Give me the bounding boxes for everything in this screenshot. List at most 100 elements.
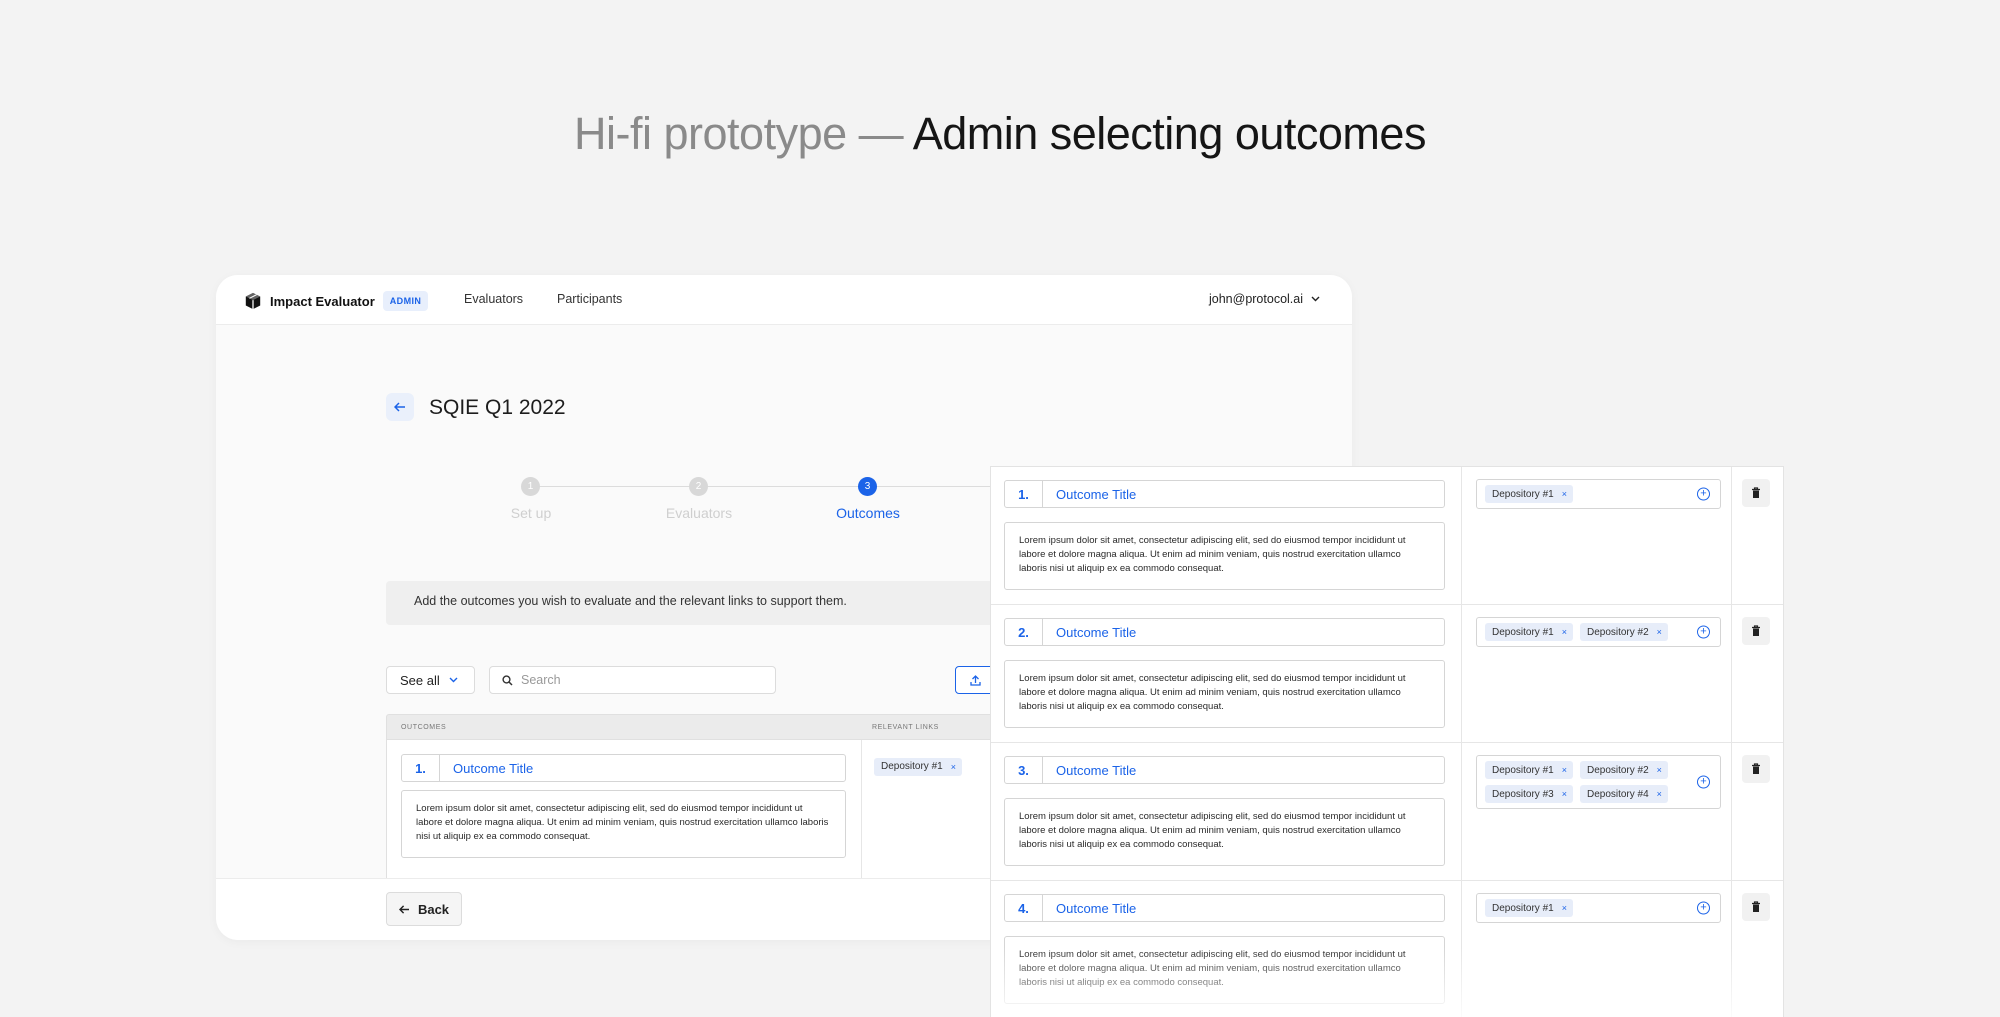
link-tag[interactable]: Depository #2 × — [1579, 761, 1668, 779]
nav-participants[interactable]: Participants — [557, 292, 622, 306]
trash-icon — [1752, 901, 1760, 912]
outcome-description[interactable]: Lorem ipsum dolor sit amet, consectetur … — [401, 790, 846, 858]
link-tag[interactable]: Depository #1 × — [1485, 899, 1573, 917]
close-icon[interactable]: × — [1657, 789, 1662, 799]
plus-circle-icon[interactable]: + — [1697, 625, 1710, 639]
link-tag[interactable]: Depository #3 × — [1485, 785, 1573, 803]
upload-button[interactable] — [955, 666, 995, 694]
trash-icon — [1752, 487, 1760, 498]
delete-button[interactable] — [1742, 617, 1770, 645]
column-divider — [1731, 743, 1732, 880]
link-tag[interactable]: Depository #1 × — [874, 757, 962, 776]
delete-button[interactable] — [1742, 755, 1770, 783]
back-arrow-button[interactable] — [386, 393, 414, 421]
delete-button[interactable] — [1742, 479, 1770, 507]
upload-icon — [969, 674, 981, 686]
link-tag[interactable]: Depository #1 × — [1485, 623, 1573, 641]
column-divider — [1461, 881, 1462, 1017]
link-tag[interactable]: Depository #2 × — [1579, 623, 1668, 641]
links-field[interactable]: Depository #1 × + — [1476, 479, 1721, 509]
admin-badge: ADMIN — [382, 291, 429, 311]
header-outcomes: OUTCOMES — [401, 724, 447, 731]
outcome-title: Outcome Title — [453, 760, 534, 776]
outcome-description[interactable]: Lorem ipsum dolor sit amet, consectetur … — [1004, 798, 1445, 866]
step-1-dot[interactable]: 1 — [521, 477, 540, 496]
links-field[interactable]: Depository #1 × Depository #2 × Depository… — [1476, 755, 1721, 809]
outcome-title-field[interactable]: 2. Outcome Title — [1004, 618, 1445, 646]
delete-button[interactable] — [1742, 893, 1770, 921]
link-tag[interactable]: Depository #1 × — [1485, 761, 1573, 779]
link-tag-label: Depository #2 — [1586, 626, 1649, 638]
close-icon[interactable]: × — [1562, 765, 1567, 775]
trash-icon — [1752, 763, 1760, 774]
see-all-dropdown[interactable]: See all — [386, 666, 475, 694]
plus-circle-icon[interactable]: + — [1697, 775, 1710, 789]
outcome-title-field[interactable]: 4. Outcome Title — [1004, 894, 1445, 922]
link-tag-label: Depository #2 — [1586, 764, 1649, 776]
step-3-dot[interactable]: 3 — [858, 477, 877, 496]
table-row: 1. Outcome Title Lorem ipsum dolor sit a… — [386, 740, 1006, 880]
close-icon[interactable]: × — [1562, 489, 1567, 499]
links-field[interactable]: Depository #1 × + — [1476, 893, 1721, 923]
column-divider — [1731, 605, 1732, 742]
see-all-label: See all — [400, 672, 440, 688]
step-1-label[interactable]: Set up — [511, 505, 551, 521]
outcome-title-field[interactable]: 3. Outcome Title — [1004, 756, 1445, 784]
user-email: john@protocol.ai — [1209, 292, 1303, 306]
trash-icon — [1752, 625, 1760, 636]
link-tag-label: Depository #1 — [1492, 626, 1554, 638]
brand-name: Impact Evaluator — [270, 293, 375, 309]
step-2-label[interactable]: Evaluators — [666, 505, 732, 521]
links-field[interactable]: Depository #1 × — [874, 756, 962, 776]
link-tag-label: Depository #1 — [1492, 764, 1554, 776]
outcome-title-field[interactable]: 1. Outcome Title — [1004, 480, 1445, 508]
user-menu[interactable]: john@protocol.ai — [1209, 292, 1320, 306]
table-row: 3. Outcome Title Lorem ipsum dolor sit a… — [991, 743, 1783, 881]
outcome-description[interactable]: Lorem ipsum dolor sit amet, consectetur … — [1004, 936, 1445, 1004]
top-navbar: Impact Evaluator ADMIN Evaluators Partic… — [216, 275, 1352, 325]
column-divider — [1461, 743, 1462, 880]
table-row: 2. Outcome Title Lorem ipsum dolor sit a… — [991, 605, 1783, 743]
outcome-description[interactable]: Lorem ipsum dolor sit amet, consectetur … — [1004, 660, 1445, 728]
plus-circle-icon[interactable]: + — [1697, 901, 1710, 915]
stepper-line — [531, 486, 1046, 487]
close-icon[interactable]: × — [951, 762, 956, 772]
step-2-dot[interactable]: 2 — [689, 477, 708, 496]
outcome-title: Outcome Title — [1056, 486, 1137, 502]
link-tag[interactable]: Depository #4 × — [1579, 785, 1668, 803]
plus-circle-icon[interactable]: + — [1697, 487, 1710, 501]
back-button[interactable]: Back — [386, 892, 462, 926]
close-icon[interactable]: × — [1562, 903, 1567, 913]
outcome-description[interactable]: Lorem ipsum dolor sit amet, consectetur … — [1004, 522, 1445, 590]
link-tag[interactable]: Depository #1 × — [1485, 485, 1573, 503]
headline: Hi-fi prototype — Admin selecting outcom… — [0, 108, 2000, 160]
outcome-number: 1. — [1005, 481, 1043, 507]
table-row: 4. Outcome Title Lorem ipsum dolor sit a… — [991, 881, 1783, 1017]
nav-evaluators[interactable]: Evaluators — [464, 292, 523, 306]
links-field[interactable]: Depository #1 × Depository #2 × + — [1476, 617, 1721, 647]
back-button-label: Back — [417, 901, 450, 917]
outcome-title: Outcome Title — [1056, 624, 1137, 640]
search-input[interactable]: Search — [489, 666, 776, 694]
column-divider — [1461, 467, 1462, 604]
column-divider — [1731, 467, 1732, 604]
info-banner: Add the outcomes you wish to evaluate an… — [386, 581, 1086, 625]
close-icon[interactable]: × — [1562, 789, 1567, 799]
step-3-label[interactable]: Outcomes — [836, 505, 900, 521]
column-divider — [861, 740, 862, 880]
table-row: 1. Outcome Title Lorem ipsum dolor sit a… — [991, 467, 1783, 605]
link-tag-label: Depository #1 — [1492, 488, 1554, 500]
chevron-down-icon — [1311, 296, 1320, 302]
outcomes-panel: 1. Outcome Title Lorem ipsum dolor sit a… — [990, 466, 1784, 1017]
outcome-title-field[interactable]: 1. Outcome Title — [401, 754, 846, 782]
outcome-number: 3. — [1005, 757, 1043, 783]
outcome-number: 1. — [402, 755, 440, 781]
close-icon[interactable]: × — [1657, 765, 1662, 775]
arrow-left-icon — [394, 402, 405, 412]
link-tag-label: Depository #1 — [1492, 902, 1554, 914]
close-icon[interactable]: × — [1562, 627, 1567, 637]
outcome-title: Outcome Title — [1056, 900, 1137, 916]
close-icon[interactable]: × — [1657, 627, 1662, 637]
link-tag-label: Depository #3 — [1492, 788, 1554, 800]
brand[interactable]: Impact Evaluator ADMIN — [244, 291, 429, 311]
